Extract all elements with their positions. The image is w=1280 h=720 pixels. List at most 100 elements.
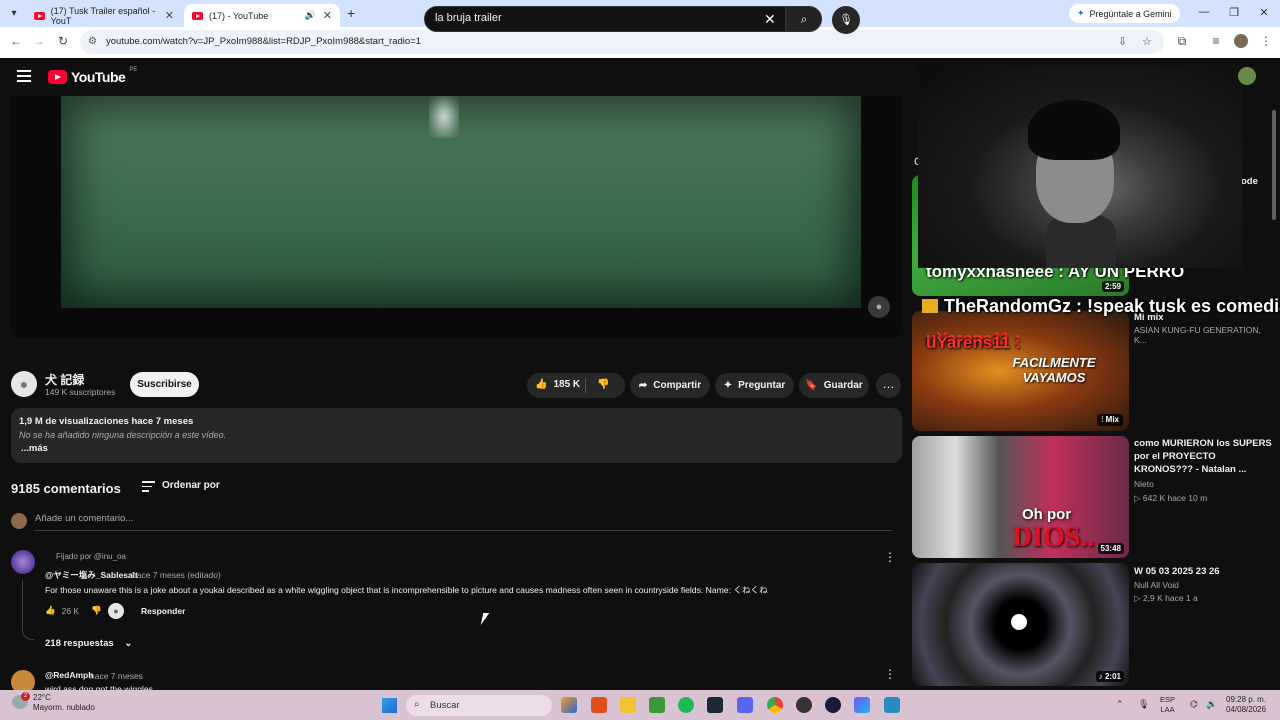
app-icon[interactable] <box>854 697 870 713</box>
volume-icon[interactable]: 🔊 <box>1206 699 1217 710</box>
thumbnail-caption: DIOS.. <box>1012 522 1095 553</box>
menu-kebab-icon[interactable]: ⋮ <box>1258 34 1274 48</box>
share-button[interactable]: ➦ Compartir <box>630 373 710 398</box>
comment-time[interactable]: hace 7 meses (editado) <box>132 570 221 580</box>
browser-tab-1[interactable]: (17) Tusk Trailer español - YouT ✕ <box>26 4 182 27</box>
search-input[interactable] <box>435 12 755 24</box>
comment-like-icon[interactable]: 👍 <box>45 605 56 616</box>
comment-menu-icon[interactable]: ⋮ <box>884 550 896 564</box>
channel-avatar[interactable]: ● <box>11 371 37 397</box>
sidebar-thumbnail[interactable]: Oh por DIOS.. 53:48 <box>912 436 1129 558</box>
video-duration: ♪ 2:01 <box>1095 671 1124 682</box>
view-replies-button[interactable]: 218 respuestas ⌄ <box>45 638 132 649</box>
youtube-logo[interactable]: YouTube PE <box>48 67 137 85</box>
subscribe-button[interactable]: Suscribirse <box>130 372 199 397</box>
comment-author[interactable]: @RedAmph <box>45 670 93 680</box>
ask-button[interactable]: ✦ Preguntar <box>715 373 794 398</box>
file-explorer-icon[interactable] <box>620 697 636 713</box>
app-icon[interactable] <box>825 697 841 713</box>
sort-icon[interactable] <box>142 481 155 495</box>
search-button[interactable]: ⌕ <box>786 6 822 32</box>
replies-label: 218 respuestas <box>45 638 114 649</box>
sidebar-video-title[interactable]: W 05 03 2025 23 26 <box>1134 565 1274 578</box>
obs-icon[interactable] <box>796 697 812 713</box>
sidebar-video-title[interactable]: como MURIERON los SUPERS por el PROYECTO… <box>1134 437 1274 476</box>
ask-label: Preguntar <box>738 380 786 391</box>
comment-menu-icon[interactable]: ⋮ <box>884 667 896 681</box>
like-button[interactable]: 👍 185 K <box>535 379 580 390</box>
notepad-icon[interactable] <box>884 697 900 713</box>
gemini-button[interactable]: ✦ Pregúntale a Gemini <box>1069 4 1180 23</box>
language-indicator[interactable]: ESP LAA <box>1160 695 1175 715</box>
extensions-icon[interactable]: ⧉ <box>1174 34 1190 49</box>
chrome-icon[interactable] <box>767 697 783 713</box>
microphone-icon[interactable]: 🎙 <box>1138 699 1149 710</box>
video-player[interactable]: ● <box>11 96 902 338</box>
network-icon[interactable]: ⌬ <box>1190 699 1198 710</box>
bookmark-star-icon[interactable]: ☆ <box>1142 35 1152 48</box>
new-tab-button[interactable]: + <box>347 5 355 21</box>
sidebar-thumbnail[interactable]: ♪ 2:01 <box>912 563 1129 686</box>
browser-tab-2[interactable]: (17) - YouTube 🔊 ✕ <box>184 4 340 27</box>
search-box[interactable] <box>424 6 786 32</box>
comment-like-count: 26 K <box>61 605 80 616</box>
close-window-icon[interactable]: ✕ <box>1254 6 1274 19</box>
sidebar-video-meta: 2,9 K hace 1 a <box>1142 593 1198 603</box>
reload-icon[interactable]: ↻ <box>55 34 71 48</box>
more-actions-icon[interactable]: … <box>876 373 901 398</box>
sidebar-video-channel[interactable]: ASIAN KUNG-FU GENERATION, K... <box>1134 325 1274 345</box>
minecraft-icon[interactable] <box>649 697 665 713</box>
close-tab-icon[interactable]: ✕ <box>165 9 174 22</box>
description-box[interactable]: 1,9 M de visualizaciones hace 7 meses No… <box>11 408 902 463</box>
forward-icon[interactable]: → <box>31 34 47 48</box>
speaker-icon[interactable]: 🔊 <box>305 10 316 21</box>
weather-desc: Mayorm. nublado <box>33 703 95 712</box>
show-more-link[interactable]: ...más <box>21 443 48 454</box>
taskbar-search[interactable]: ⌕ Buscar <box>406 695 552 716</box>
windows-taskbar: 2 22°C Mayorm. nublado ⌕ Buscar ⌃ 🎙 ESP … <box>0 690 1280 720</box>
channel-name[interactable]: 犬 記録 <box>45 371 84 388</box>
voice-search-button[interactable]: 🎙 <box>832 6 860 34</box>
add-comment-input[interactable]: Añade un comentario... <box>35 513 892 531</box>
save-button[interactable]: 🔖 Guardar <box>799 373 869 398</box>
windows-start-icon[interactable] <box>382 698 397 713</box>
media-controls-icon[interactable]: ≡ <box>1208 34 1224 48</box>
maximize-icon[interactable]: ❐ <box>1224 6 1244 19</box>
clock[interactable]: 09:28 p. m. 04/08/2026 <box>1226 695 1266 715</box>
brave-icon[interactable] <box>591 697 607 713</box>
comment-time[interactable]: hace 7 meses <box>90 671 143 681</box>
video-glow <box>429 96 459 138</box>
site-info-icon[interactable]: ⚙ <box>88 36 97 47</box>
install-app-icon[interactable]: ⇩ <box>1118 35 1127 48</box>
comment-avatar[interactable] <box>11 550 35 574</box>
account-avatar[interactable] <box>1238 67 1256 85</box>
back-icon[interactable]: ← <box>8 34 24 48</box>
chevron-up-icon[interactable]: ⌃ <box>1116 699 1124 710</box>
profile-avatar[interactable] <box>1234 34 1248 48</box>
url-text[interactable]: youtube.com/watch?v=JP_PxoIm988&list=RDJ… <box>106 36 421 47</box>
copilot-icon[interactable] <box>561 697 577 713</box>
webcam-overlay <box>918 65 1242 268</box>
reply-button[interactable]: Responder <box>141 606 185 616</box>
address-bar[interactable]: ⚙ youtube.com/watch?v=JP_PxoIm988&list=R… <box>80 30 1164 54</box>
close-tab-icon[interactable]: ✕ <box>323 9 332 22</box>
steam-icon[interactable] <box>707 697 723 713</box>
spotify-icon[interactable] <box>678 697 694 713</box>
clear-search-icon[interactable]: ✕ <box>764 11 776 28</box>
hamburger-menu-icon[interactable] <box>17 70 31 85</box>
comment-dislike-icon[interactable]: 👎 <box>91 605 102 616</box>
sidebar-thumbnail[interactable]: uYarens11 : FACILMENTE VAYAMOS ⫶ Mix <box>912 311 1129 431</box>
comment-text: For those unaware this is a joke about a… <box>45 585 768 595</box>
scrollbar[interactable] <box>1272 110 1276 220</box>
channel-watermark-icon[interactable]: ● <box>868 296 890 318</box>
sidebar-video-channel[interactable]: Null All Void <box>1134 580 1274 590</box>
dislike-button[interactable]: 👎 <box>597 379 609 390</box>
tab-search-dropdown-icon[interactable]: ▾ <box>6 6 22 22</box>
sidebar-video-channel[interactable]: Nieto <box>1134 479 1274 489</box>
sort-by-button[interactable]: Ordenar por <box>162 480 220 491</box>
mix-badge-label: Mix <box>1105 415 1119 424</box>
minimize-icon[interactable]: — <box>1194 6 1214 18</box>
comment-author[interactable]: @ヤミー塩み_Sablesalt <box>45 569 138 581</box>
discord-icon[interactable] <box>737 697 753 713</box>
weather-widget[interactable]: 2 22°C Mayorm. nublado <box>12 692 95 713</box>
